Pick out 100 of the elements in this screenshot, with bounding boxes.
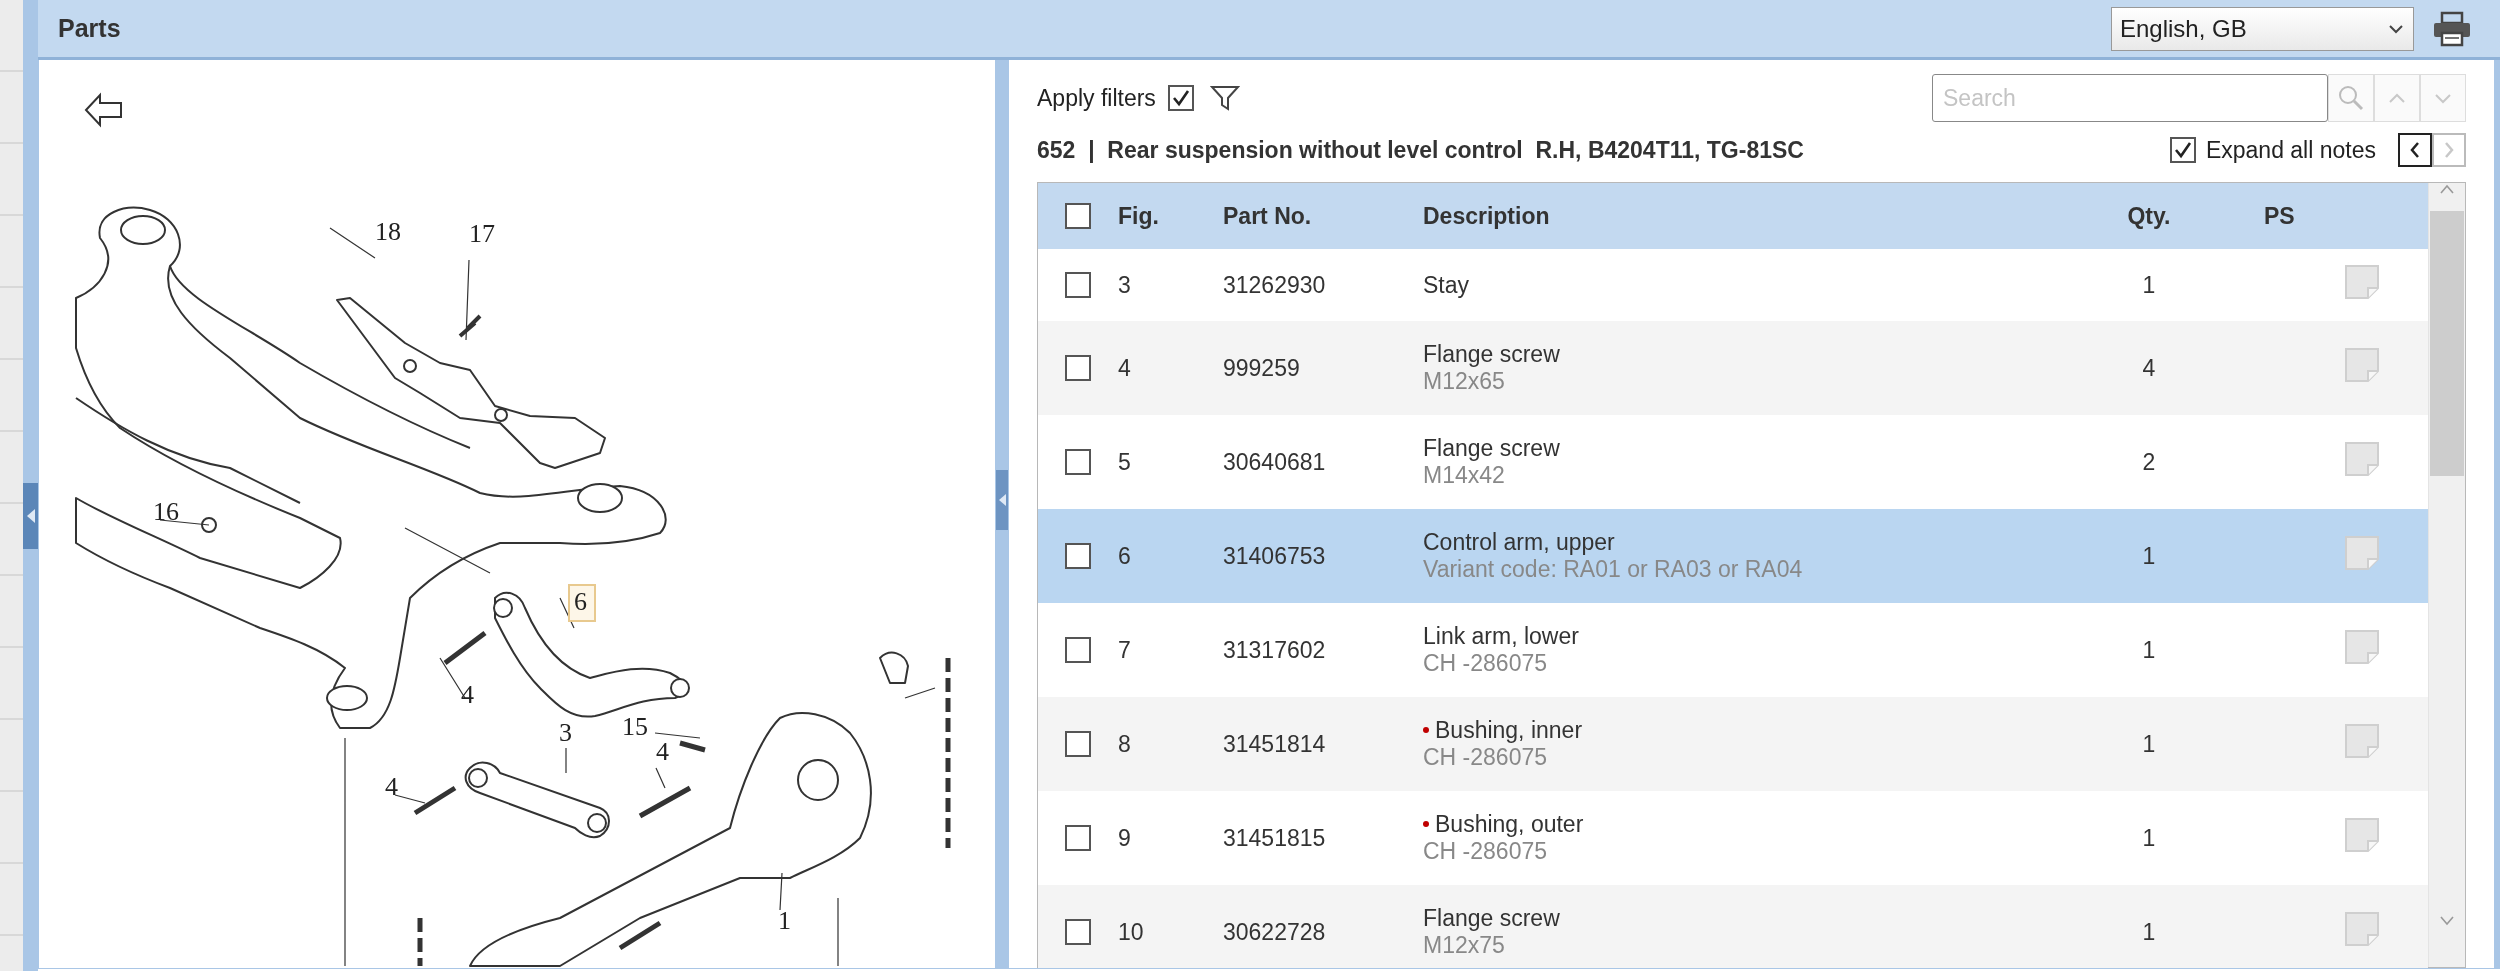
checkbox[interactable]	[1065, 449, 1091, 475]
table-cell-text: 4	[1118, 354, 1132, 382]
table-cell-text: 1	[2141, 636, 2157, 664]
table-cell-text: 1	[2141, 271, 2157, 299]
part-description: Bushing, outer	[1435, 811, 1584, 837]
table-cell-text: 30622728	[1223, 918, 1327, 946]
apply-filters-label: Apply filters	[1037, 84, 1156, 112]
language-dropdown[interactable]: English, GB	[2111, 6, 2414, 51]
checkbox[interactable]	[1065, 919, 1091, 945]
panel-title: Parts	[58, 14, 122, 43]
part-row[interactable]: 4 999259 Flange screw M12x65 4	[1038, 321, 2428, 415]
checkbox[interactable]	[1065, 731, 1091, 757]
table-cell-text: 1	[2141, 918, 2157, 946]
table-cell-text: 10	[1118, 918, 1145, 946]
checkbox[interactable]	[1065, 355, 1091, 381]
part-row[interactable]: 10 30622728 Flange screw M12x75 1	[1038, 885, 2428, 968]
note-icon[interactable]	[2344, 723, 2380, 759]
note-icon[interactable]	[2344, 441, 2380, 477]
caret-icon	[2389, 23, 2403, 34]
chevron-down-icon[interactable]	[2439, 915, 2455, 927]
checkbox[interactable]	[1065, 825, 1091, 851]
filter-icon[interactable]	[1209, 84, 1240, 112]
part-description: Flange screw	[1423, 341, 1560, 367]
callout-number[interactable]: 16	[153, 497, 179, 526]
part-note: CH -286075	[1423, 650, 1549, 677]
checkbox[interactable]	[2169, 137, 2196, 163]
check-icon	[1170, 88, 1191, 108]
printer-icon[interactable]	[2432, 10, 2472, 47]
table-cell-text: 31451815	[1223, 824, 1327, 852]
note-icon[interactable]	[2344, 535, 2380, 571]
search-button[interactable]	[2328, 74, 2374, 122]
checkbox[interactable]	[1065, 203, 1091, 229]
callout-number[interactable]: 4	[385, 772, 398, 801]
part-row[interactable]: 7 31317602 Link arm, lower CH -286075 1	[1038, 603, 2428, 697]
table-cell-text: 31317602	[1223, 636, 1327, 664]
chevron-up-icon[interactable]	[2439, 183, 2455, 195]
table-cell-text: 1	[2141, 542, 2157, 570]
part-description: Link arm, lower	[1423, 623, 1579, 649]
callout-number[interactable]: 4	[461, 680, 474, 709]
part-description: Flange screw	[1423, 435, 1560, 461]
table-cell-text: 31406753	[1223, 542, 1327, 570]
table-cell-text: 30640681	[1223, 448, 1327, 476]
callout-number[interactable]: 18	[375, 217, 401, 246]
collapse-arrow-icon	[998, 493, 1006, 506]
column-header[interactable]: Description	[1423, 202, 2084, 230]
checkbox[interactable]	[1065, 272, 1091, 298]
part-note: M12x75	[1423, 932, 1506, 959]
part-row[interactable]: 8 31451814 Bushing, inner CH -286075 1	[1038, 697, 2428, 791]
search-icon	[2338, 85, 2364, 111]
table-cell-text: 8	[1118, 730, 1132, 758]
part-description: Bushing, inner	[1435, 717, 1583, 743]
part-row[interactable]: 6 31406753 Control arm, upper Variant code: RA01 or RA03 or RA04 1	[1038, 509, 2428, 603]
part-row[interactable]: 5 30640681 Flange screw M14x42 2	[1038, 415, 2428, 509]
search-field[interactable]: Search	[1932, 74, 2328, 122]
column-header[interactable]: PS	[2214, 202, 2428, 230]
column-header[interactable]: Fig.	[1118, 202, 1223, 230]
previous-button[interactable]	[2398, 133, 2432, 167]
part-note: M12x65	[1423, 368, 1506, 395]
callout-number[interactable]: 15	[622, 712, 648, 741]
callout-number[interactable]: 3	[559, 718, 572, 747]
sidebar-splitter[interactable]	[23, 0, 38, 971]
note-icon[interactable]	[2344, 911, 2380, 947]
note-icon[interactable]	[2344, 817, 2380, 853]
collapse-handle[interactable]	[23, 482, 38, 549]
back-arrow-icon[interactable]	[84, 92, 122, 128]
checkbox[interactable]	[1065, 543, 1091, 569]
part-note: CH -286075	[1423, 744, 1549, 771]
table-cell-text: 1	[2141, 824, 2157, 852]
collapse-arrow-icon	[26, 508, 35, 523]
note-icon[interactable]	[2344, 629, 2380, 665]
callout-number[interactable]: 17	[469, 219, 495, 248]
checkbox[interactable]	[1065, 637, 1091, 663]
note-icon[interactable]	[2344, 264, 2380, 300]
check-icon	[2172, 140, 2193, 160]
note-icon[interactable]	[2344, 347, 2380, 383]
table-cell-text: 3	[1118, 271, 1132, 299]
checkbox[interactable]	[1167, 85, 1194, 111]
table-cell-text: 31262930	[1223, 271, 1327, 299]
part-description: Stay	[1423, 271, 1470, 298]
scroll-bar[interactable]	[2428, 183, 2465, 967]
callout-number[interactable]: 6	[568, 584, 596, 622]
scroll-thumb[interactable]	[2430, 211, 2464, 476]
splitter-handle[interactable]	[996, 469, 1008, 530]
part-note: M14x42	[1423, 462, 1506, 489]
part-row[interactable]: 3 31262930 Stay 1	[1038, 249, 2428, 321]
column-header[interactable]: Qty.	[2084, 202, 2214, 230]
part-description: Flange screw	[1423, 905, 1560, 931]
part-note: CH -286075	[1423, 838, 1549, 865]
part-row[interactable]: 9 31451815 Bushing, outer CH -286075 1	[1038, 791, 2428, 885]
table-cell-text: 2	[2141, 448, 2157, 476]
table-cell-text: 999259	[1223, 354, 1301, 382]
part-description: Control arm, upper	[1423, 529, 1615, 555]
table-cell-text: 1	[2141, 730, 2157, 758]
callout-number[interactable]: 4	[656, 737, 669, 766]
column-header[interactable]: Part No.	[1223, 202, 1423, 230]
table-cell-text: 4	[2141, 354, 2157, 382]
table-cell-text: 31451814	[1223, 730, 1327, 758]
table-cell-text: 6	[1118, 542, 1132, 570]
group-title: 652 | Rear suspension without level control R.H, B4204T11, TG-81SC	[1037, 136, 1804, 164]
callout-number[interactable]: 1	[778, 906, 791, 935]
